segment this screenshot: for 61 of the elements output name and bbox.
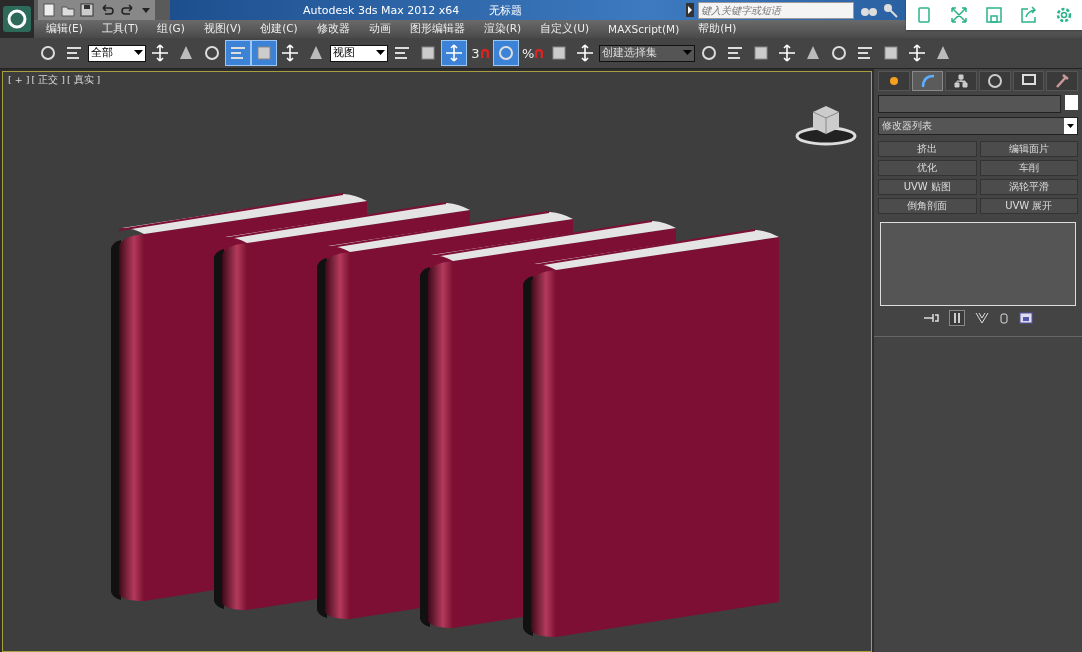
perspective-viewport[interactable]: [ + ] [ 正交 ] [ 真实 ]	[2, 71, 872, 652]
app-title: Autodesk 3ds Max 2012 x64	[303, 3, 460, 17]
fullscreen-icon[interactable]	[949, 6, 968, 24]
modifier-button[interactable]: 涡轮平滑	[979, 179, 1078, 195]
redo-icon[interactable]	[120, 3, 136, 17]
sun-icon[interactable]	[878, 71, 910, 91]
menu-item[interactable]: 帮助(H)	[698, 22, 737, 36]
undo-icon[interactable]	[99, 3, 115, 17]
menu-item[interactable]: 工具(T)	[101, 22, 139, 36]
dropdown[interactable]: 全部	[88, 44, 146, 62]
modifier-button[interactable]: 挤出	[878, 141, 977, 157]
search-field[interactable]: 键入关键字或短语	[698, 1, 854, 19]
show-end-result-icon[interactable]	[949, 310, 965, 326]
viewport-label[interactable]: [ + ]	[8, 74, 30, 87]
key-icon[interactable]	[882, 2, 900, 18]
hammer-icon[interactable]	[1046, 71, 1079, 91]
menu-item[interactable]: 创建(C)	[260, 22, 298, 36]
snap-toggle[interactable]: %	[520, 41, 546, 65]
modifier-list-dropdown[interactable]: 修改器列表	[878, 117, 1078, 135]
menu-item[interactable]: 动画	[368, 22, 391, 36]
hierarchy-icon[interactable]	[945, 71, 977, 91]
dropdown[interactable]: 创建选择集	[599, 44, 696, 62]
magnet-icon	[480, 48, 489, 58]
arc-icon[interactable]	[911, 71, 944, 91]
menu-item[interactable]: 修改器	[316, 22, 350, 36]
menu-item[interactable]: 图形编辑器	[409, 22, 465, 36]
modifier-stack[interactable]	[880, 222, 1076, 306]
viewport-label[interactable]: [ 真实 ]	[66, 74, 101, 87]
new-file-icon[interactable]	[42, 3, 56, 17]
save-icon[interactable]	[80, 3, 94, 17]
caret-icon	[683, 50, 693, 56]
configure-icon[interactable]	[1019, 312, 1033, 324]
menu-item[interactable]: 视图(V)	[203, 22, 242, 36]
expand-icon[interactable]	[686, 3, 694, 17]
caret-icon	[134, 50, 143, 56]
snap-toggle[interactable]: 3	[468, 41, 492, 65]
monitor-icon[interactable]	[1012, 71, 1045, 91]
modifier-button[interactable]: UVW 贴图	[878, 179, 977, 195]
caret-icon	[1067, 123, 1074, 129]
modifier-button[interactable]: UVW 展开	[979, 198, 1078, 214]
modifier-button[interactable]: 倒角剖面	[878, 198, 977, 214]
share-icon[interactable]	[1020, 6, 1039, 24]
color-swatch[interactable]	[1065, 95, 1078, 110]
menu-item[interactable]: 编辑(E)	[46, 22, 83, 36]
menu-item[interactable]: 自定义(U)	[540, 22, 590, 36]
modifier-button[interactable]: 优化	[878, 160, 977, 176]
pin-icon[interactable]	[923, 312, 939, 324]
menu-item[interactable]: 组(G)	[157, 22, 185, 36]
settings-icon[interactable]	[1055, 6, 1074, 24]
dropdown[interactable]: 视图	[330, 44, 388, 62]
menu-item[interactable]: MAXScript(M)	[608, 23, 680, 35]
modifier-button[interactable]: 车削	[979, 160, 1078, 176]
funnel-icon[interactable]	[975, 312, 989, 324]
modifier-button[interactable]: 编辑面片	[979, 141, 1078, 157]
document-title: 无标题	[489, 2, 523, 18]
app-logo-icon[interactable]	[0, 0, 34, 38]
viewport-label[interactable]: [ 正交 ]	[31, 74, 65, 87]
name-field[interactable]	[878, 95, 1061, 113]
menu-item[interactable]: 渲染(R)	[483, 22, 522, 36]
magnet-icon	[535, 48, 544, 58]
caret-icon	[376, 50, 385, 56]
